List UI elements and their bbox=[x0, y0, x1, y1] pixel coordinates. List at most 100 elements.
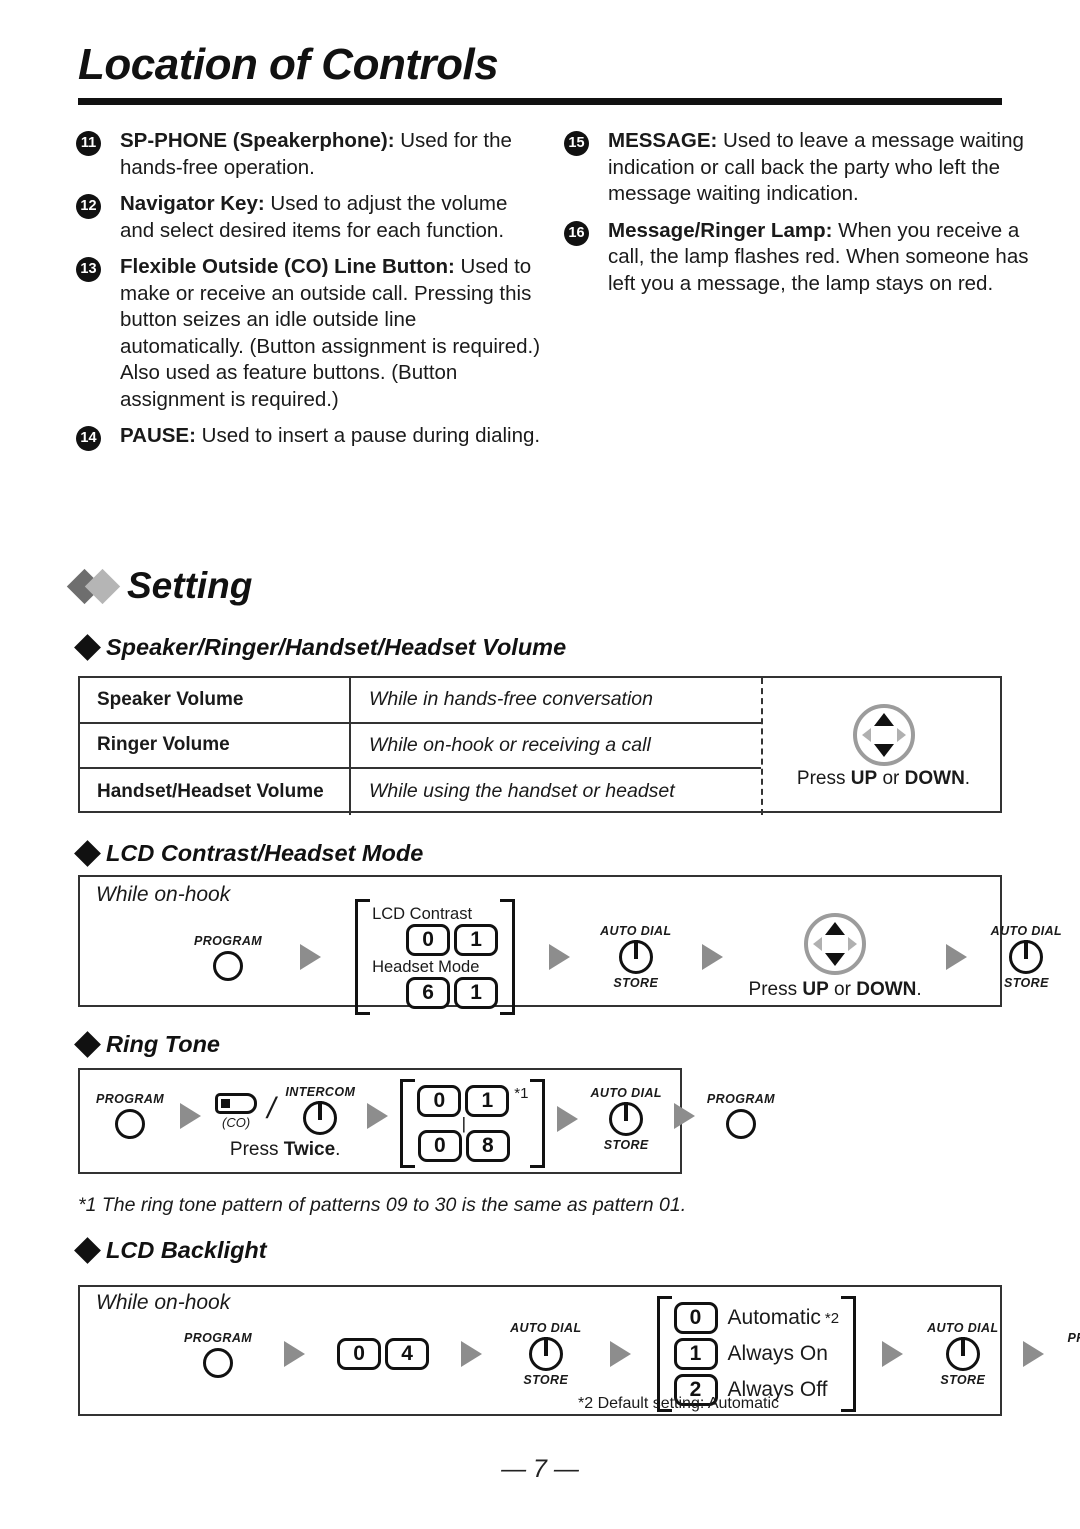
range-separator: | bbox=[461, 1113, 467, 1133]
program-button-label: PROGRAM bbox=[184, 1330, 253, 1345]
program-circle-icon bbox=[115, 1108, 146, 1139]
lcd-backlight-footnote: *2 Default setting: Automatic bbox=[578, 1395, 779, 1412]
flow-arrow-icon bbox=[461, 1341, 483, 1367]
lcd-backlight-flow-box: While on-hook PROGRAM 0 4 AUTO DIAL STOR… bbox=[78, 1285, 1080, 1416]
subheading-lcd-contrast-label: LCD Contrast/Headset Mode bbox=[106, 840, 424, 866]
arrow-down-icon bbox=[873, 743, 894, 757]
option-row[interactable]: 0 Automatic *2 bbox=[673, 1302, 839, 1334]
ring-tone-flow-box: PROGRAM (CO) / INTERCOM Press Twice. 0 1… bbox=[78, 1068, 775, 1174]
keypad-key[interactable]: 4 bbox=[385, 1338, 430, 1370]
navigator-key-icon bbox=[852, 703, 915, 766]
lcd-contrast-group: LCD Contrast 0 1 bbox=[372, 905, 499, 956]
keypad-key[interactable]: 0 bbox=[417, 1129, 462, 1162]
press-twice-text: Press Twice. bbox=[230, 1139, 341, 1161]
subheading-ring-tone-label: Ring Tone bbox=[106, 1031, 221, 1057]
keypad-key[interactable]: 1 bbox=[454, 977, 499, 1009]
press-twice-label: Twice bbox=[283, 1139, 336, 1160]
volume-table-grid: Speaker Volume While in hands-free conve… bbox=[80, 678, 761, 815]
keypad-key[interactable]: 1 bbox=[454, 924, 499, 956]
list-item: 13 Flexible Outside (CO) Line Button: Us… bbox=[72, 254, 542, 413]
keypad-key[interactable]: 8 bbox=[465, 1129, 510, 1162]
item-title: Flexible Outside (CO) Line Button: bbox=[120, 255, 455, 278]
keypad-key[interactable]: 0 bbox=[337, 1338, 382, 1370]
co-button-label: (CO) bbox=[221, 1114, 251, 1130]
subheading-ring-tone: Ring Tone bbox=[74, 1031, 221, 1058]
volume-table: Speaker Volume While in hands-free conve… bbox=[78, 676, 1002, 815]
auto-dial-store-button[interactable]: AUTO DIAL STORE bbox=[510, 1321, 581, 1387]
arrow-up-icon bbox=[873, 712, 894, 726]
press-suffix: . bbox=[916, 979, 922, 1000]
item-number-badge: 14 bbox=[76, 426, 101, 451]
arrow-left-icon bbox=[861, 727, 871, 742]
headset-mode-group: Headset Mode 6 1 bbox=[372, 958, 499, 1009]
keypad-key[interactable]: 1 bbox=[465, 1084, 510, 1117]
volume-name: Speaker Volume bbox=[80, 678, 351, 722]
volume-condition: While on-hook or receiving a call bbox=[369, 733, 651, 756]
auto-dial-store-button[interactable]: AUTO DIAL STORE bbox=[927, 1321, 998, 1387]
lcd-contrast-flow-box: While on-hook PROGRAM LCD Contrast 0 1 H… bbox=[78, 875, 1062, 1015]
option-label: Always On bbox=[727, 1342, 828, 1365]
volume-name: Ringer Volume bbox=[80, 723, 351, 768]
contrast-headset-bracket: LCD Contrast 0 1 Headset Mode 6 1 bbox=[355, 899, 516, 1015]
power-button-icon bbox=[303, 1101, 338, 1135]
table-row: Speaker Volume While in hands-free conve… bbox=[80, 678, 761, 724]
list-item: 15 MESSAGE: Used to leave a message wait… bbox=[560, 128, 1030, 208]
program-button[interactable]: PROGRAM bbox=[707, 1092, 775, 1139]
lcd-contrast-label: LCD Contrast bbox=[372, 905, 473, 923]
item-title: Message/Ringer Lamp: bbox=[608, 218, 833, 242]
item-title: SP-PHONE (Speakerphone): bbox=[120, 129, 395, 152]
keypad-key[interactable]: 6 bbox=[406, 977, 451, 1009]
auto-dial-store-button[interactable]: AUTO DIAL STORE bbox=[991, 924, 1062, 990]
program-button[interactable]: PROGRAM bbox=[194, 934, 262, 981]
option-row[interactable]: 1 Always On bbox=[673, 1338, 840, 1370]
press-suffix: . bbox=[964, 767, 971, 789]
subheading-volume-label: Speaker/Ringer/Handset/Headset Volume bbox=[106, 634, 567, 660]
arrow-right-icon bbox=[848, 937, 858, 951]
controls-list-left: 11 SP-PHONE (Speakerphone): Used for the… bbox=[72, 128, 542, 460]
press-suffix: . bbox=[335, 1139, 341, 1160]
flow-arrow-icon bbox=[284, 1341, 306, 1367]
item-body: Used to insert a pause during dialing. bbox=[195, 424, 541, 447]
program-button[interactable]: PROGRAM bbox=[184, 1331, 252, 1378]
press-or: or bbox=[877, 767, 905, 789]
setting-heading-label: Setting bbox=[127, 565, 253, 606]
co-line-button[interactable]: (CO) bbox=[215, 1092, 258, 1130]
intercom-button[interactable]: INTERCOM bbox=[285, 1085, 355, 1137]
table-row: Handset/Headset Volume While using the h… bbox=[80, 769, 761, 815]
keypad-key[interactable]: 0 bbox=[406, 924, 451, 956]
setting-heading: Setting bbox=[66, 565, 253, 607]
power-button-icon bbox=[945, 1337, 980, 1371]
program-button-label: PROGRAM bbox=[706, 1091, 775, 1106]
program-button[interactable]: PROGRAM bbox=[1068, 1331, 1080, 1378]
co-button-icon bbox=[215, 1092, 258, 1114]
intercom-label: INTERCOM bbox=[285, 1085, 356, 1099]
flow-arrow-icon bbox=[557, 1106, 579, 1132]
press-down-label: DOWN bbox=[904, 767, 965, 789]
press-up-label: UP bbox=[850, 767, 878, 789]
press-up-label: UP bbox=[802, 979, 829, 1000]
separator-slash: / bbox=[267, 1092, 276, 1125]
flow-arrow-icon bbox=[1022, 1341, 1044, 1367]
while-on-hook-label: While on-hook bbox=[96, 883, 231, 906]
store-label: STORE bbox=[603, 1138, 649, 1152]
keypad-key[interactable]: 0 bbox=[417, 1084, 462, 1117]
program-button[interactable]: PROGRAM bbox=[96, 1092, 164, 1139]
volume-name: Handset/Headset Volume bbox=[80, 769, 351, 815]
keypad-key[interactable]: 1 bbox=[673, 1338, 718, 1370]
table-row: Ringer Volume While on-hook or receiving… bbox=[80, 723, 761, 770]
press-up-down-text: Press UP or DOWN. bbox=[797, 768, 970, 790]
press-prefix: Press bbox=[796, 767, 851, 789]
auto-dial-label: AUTO DIAL bbox=[510, 1321, 582, 1335]
flow-arrow-icon bbox=[945, 944, 967, 970]
item-title: MESSAGE: bbox=[608, 129, 718, 152]
option-label: Automatic bbox=[727, 1306, 821, 1329]
keypad-key[interactable]: 0 bbox=[673, 1302, 718, 1334]
auto-dial-label: AUTO DIAL bbox=[590, 1086, 662, 1100]
auto-dial-store-button[interactable]: AUTO DIAL STORE bbox=[600, 924, 671, 990]
auto-dial-store-button[interactable]: AUTO DIAL STORE bbox=[590, 1086, 661, 1152]
item-title: PAUSE: bbox=[120, 424, 196, 447]
subheading-lcd-backlight-label: LCD Backlight bbox=[106, 1237, 267, 1263]
diamond-bullet-icon bbox=[74, 840, 101, 867]
arrow-down-icon bbox=[825, 953, 846, 966]
list-item: 11 SP-PHONE (Speakerphone): Used for the… bbox=[72, 128, 542, 181]
